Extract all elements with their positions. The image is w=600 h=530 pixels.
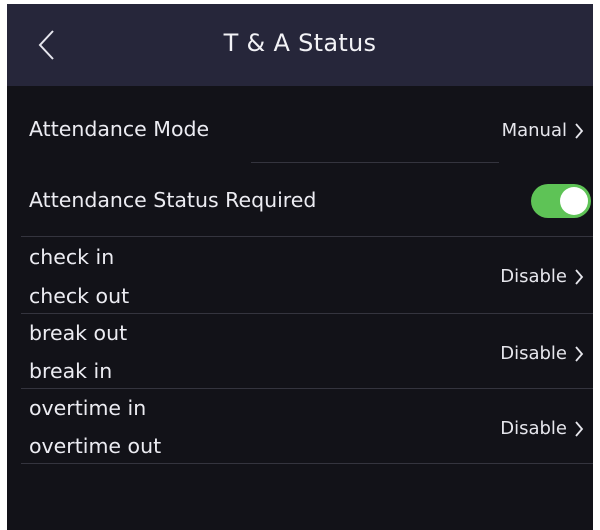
status-pair-row[interactable]: overtime in overtime out Disable: [7, 390, 593, 464]
status-required-label: Attendance Status Required: [29, 188, 317, 212]
chevron-right-icon: [575, 421, 584, 437]
status-required-row: Attendance Status Required: [7, 170, 593, 236]
status-pair-first: overtime in: [29, 396, 147, 420]
chevron-right-icon: [575, 123, 584, 139]
status-pair-value: Disable: [500, 418, 567, 439]
divider: [21, 236, 593, 237]
status-required-toggle[interactable]: [531, 184, 591, 218]
chevron-right-icon: [575, 269, 584, 285]
chevron-right-icon: [575, 346, 584, 362]
divider: [21, 463, 593, 464]
attendance-mode-value: Manual: [501, 120, 567, 141]
screen: T & A Status Attendance Mode Manual Atte…: [7, 4, 593, 530]
status-pair-first: check in: [29, 245, 115, 269]
status-pair-row[interactable]: break out break in Disable: [7, 315, 593, 389]
header-bar: T & A Status: [7, 4, 593, 86]
toggle-knob: [560, 187, 588, 215]
divider: [21, 313, 593, 314]
status-pair-second: check out: [29, 284, 130, 308]
page-title: T & A Status: [223, 29, 377, 57]
status-pair-second: overtime out: [29, 434, 162, 458]
status-pair-second: break in: [29, 359, 113, 383]
attendance-mode-row[interactable]: Attendance Mode Manual: [7, 101, 593, 163]
status-pair-value: Disable: [500, 266, 567, 287]
attendance-mode-label: Attendance Mode: [29, 117, 210, 141]
status-pair-value: Disable: [500, 343, 567, 364]
status-pair-row[interactable]: check in check out Disable: [7, 238, 593, 312]
divider: [251, 162, 499, 163]
status-pair-first: break out: [29, 321, 128, 345]
divider: [21, 388, 593, 389]
